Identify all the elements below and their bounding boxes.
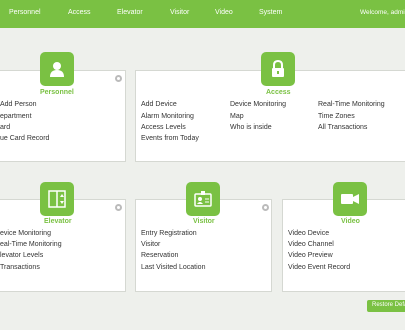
settings-gear-icon[interactable] bbox=[262, 204, 269, 211]
nav-access[interactable]: Access bbox=[68, 9, 91, 16]
link-video-event-record[interactable]: Video Event Record bbox=[288, 264, 350, 271]
panel-title-access: Access bbox=[266, 89, 291, 96]
nav-video[interactable]: Video bbox=[215, 9, 233, 16]
link-add-person[interactable]: Add Person bbox=[0, 101, 37, 108]
elevator-icon[interactable] bbox=[40, 182, 74, 216]
visitor-card-icon[interactable] bbox=[186, 182, 220, 216]
settings-gear-icon[interactable] bbox=[115, 204, 122, 211]
link-department[interactable]: epartment bbox=[0, 113, 32, 120]
link-visitor[interactable]: Visitor bbox=[141, 241, 160, 248]
link-last-visited-location[interactable]: Last Visited Location bbox=[141, 264, 205, 271]
link-issue-card-record[interactable]: ue Card Record bbox=[0, 135, 49, 142]
settings-gear-icon[interactable] bbox=[115, 75, 122, 82]
nav-system[interactable]: System bbox=[259, 9, 282, 16]
link-real-time-monitoring[interactable]: Real-Time Monitoring bbox=[318, 101, 385, 108]
nav-visitor[interactable]: Visitor bbox=[170, 9, 189, 16]
link-elevator-levels[interactable]: levator Levels bbox=[0, 252, 43, 259]
welcome-text: Welcome, admi bbox=[360, 9, 405, 16]
link-card[interactable]: ard bbox=[0, 124, 10, 131]
link-video-preview[interactable]: Video Preview bbox=[288, 252, 333, 259]
link-alarm-monitoring[interactable]: Alarm Monitoring bbox=[141, 113, 194, 120]
lock-icon[interactable] bbox=[261, 52, 295, 86]
link-time-zones[interactable]: Time Zones bbox=[318, 113, 355, 120]
restore-default-button[interactable]: Restore Defa bbox=[367, 300, 405, 312]
panel-title-elevator: Elevator bbox=[44, 218, 72, 225]
link-entry-registration[interactable]: Entry Registration bbox=[141, 230, 197, 237]
link-reservation[interactable]: Reservation bbox=[141, 252, 178, 259]
person-icon[interactable] bbox=[40, 52, 74, 86]
link-all-transactions-elevator[interactable]: Transactions bbox=[0, 264, 40, 271]
panel-title-video: Video bbox=[341, 218, 360, 225]
nav-elevator[interactable]: Elevator bbox=[117, 9, 143, 16]
link-device-monitoring-elevator[interactable]: evice Monitoring bbox=[0, 230, 51, 237]
link-video-channel[interactable]: Video Channel bbox=[288, 241, 334, 248]
top-nav-bar: Personnel Access Elevator Visitor Video … bbox=[0, 0, 405, 28]
link-device-monitoring[interactable]: Device Monitoring bbox=[230, 101, 286, 108]
panel-title-personnel: Personnel bbox=[40, 89, 74, 96]
link-who-is-inside[interactable]: Who is inside bbox=[230, 124, 272, 131]
link-real-time-monitoring-elevator[interactable]: eal-Time Monitoring bbox=[0, 241, 62, 248]
link-all-transactions[interactable]: All Transactions bbox=[318, 124, 367, 131]
link-video-device[interactable]: Video Device bbox=[288, 230, 329, 237]
nav-personnel[interactable]: Personnel bbox=[9, 9, 41, 16]
camera-icon[interactable] bbox=[333, 182, 367, 216]
panel-title-visitor: Visitor bbox=[193, 218, 215, 225]
link-access-levels[interactable]: Access Levels bbox=[141, 124, 186, 131]
link-map[interactable]: Map bbox=[230, 113, 244, 120]
link-events-from-today[interactable]: Events from Today bbox=[141, 135, 199, 142]
link-add-device[interactable]: Add Device bbox=[141, 101, 177, 108]
